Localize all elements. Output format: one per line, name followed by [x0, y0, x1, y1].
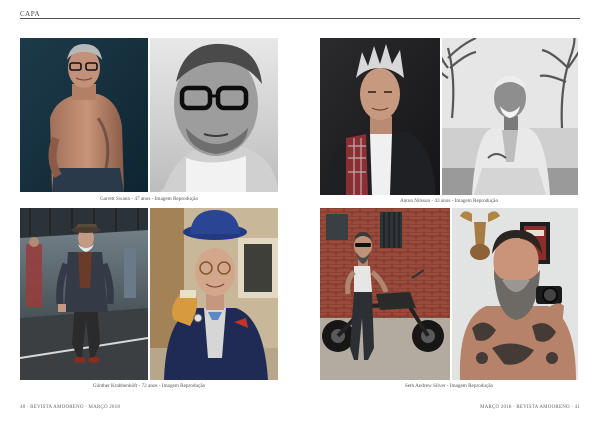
page-folio-left: 40 · REVISTA AMOORENO · MARÇO 2018 — [20, 405, 121, 410]
photo-5 — [20, 208, 148, 380]
photo-2 — [150, 38, 278, 192]
caption-bottom-left: Günther Krabbenhöft - 72 anos - Imagem R… — [92, 383, 206, 389]
photo-6 — [150, 208, 278, 380]
photo-3 — [320, 38, 440, 195]
header-rule — [20, 18, 580, 19]
photo-4 — [442, 38, 578, 195]
photo-7 — [320, 208, 450, 380]
caption-top-left: Garrett Swann - 47 anos - Imagem Reprodu… — [99, 196, 199, 202]
photo-8 — [452, 208, 578, 380]
caption-top-right: Anton Nilsson - 43 anos - Imagem Reprodu… — [399, 198, 499, 204]
section-label: CAPA — [20, 10, 41, 18]
page-folio-right: MARÇO 2018 · REVISTA AMOORENO · 41 — [479, 405, 580, 410]
caption-bottom-right: Seth Andrew Silver - Imagem Reprodução — [404, 383, 494, 389]
photo-1 — [20, 38, 148, 192]
